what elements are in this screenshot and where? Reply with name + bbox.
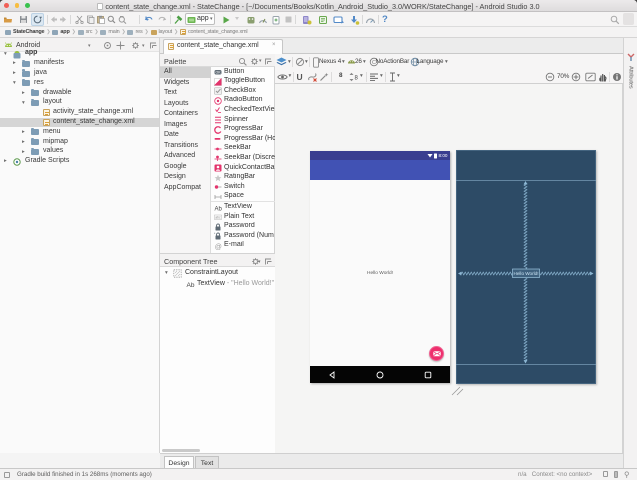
svg-text:Hello World!: Hello World!: [514, 271, 539, 276]
svg-text:@: @: [214, 243, 221, 249]
svg-text:8: 8: [355, 76, 359, 82]
svg-text:Ab: Ab: [214, 206, 222, 212]
svg-text:*: *: [214, 232, 216, 236]
svg-text:OK: OK: [215, 71, 221, 75]
svg-text:abc: abc: [215, 216, 221, 220]
svg-text:Ab: Ab: [187, 282, 195, 289]
